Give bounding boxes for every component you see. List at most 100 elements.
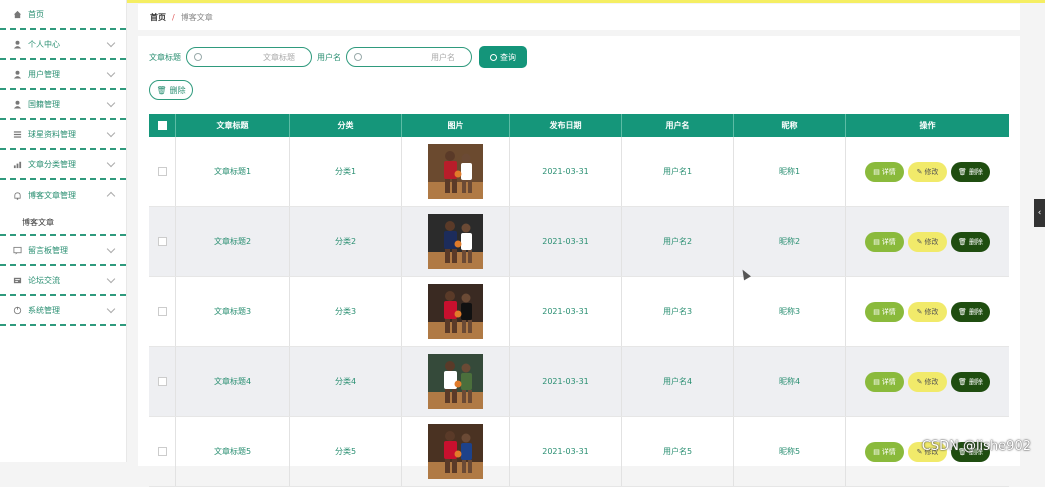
- search-bar: 文章标题 用户名 查询: [149, 46, 527, 68]
- edit-button[interactable]: ✎ 修改: [908, 371, 947, 392]
- title-search-field[interactable]: [186, 47, 312, 67]
- row-checkbox[interactable]: [157, 447, 167, 456]
- row-checkbox[interactable]: [157, 307, 167, 316]
- cell-title: 文章标题4: [176, 347, 290, 416]
- header-username: 用户名: [622, 114, 734, 137]
- sidebar-item-system-management[interactable]: 系统管理: [0, 296, 126, 326]
- edit-button[interactable]: ✎ 修改: [908, 301, 947, 322]
- chevron-down-icon: [106, 38, 116, 48]
- detail-button[interactable]: ▤ 详情: [865, 301, 904, 322]
- sidebar-subitem-label: 博客文章: [22, 217, 54, 227]
- row-checkbox[interactable]: [157, 167, 167, 176]
- sidebar-item-home[interactable]: 首页: [0, 0, 126, 30]
- trash-icon: 🗑: [958, 237, 967, 246]
- article-thumbnail[interactable]: [428, 284, 483, 339]
- article-thumbnail[interactable]: [428, 354, 483, 409]
- cell-title: 文章标题2: [176, 207, 290, 276]
- sidebar-subitem-blog-articles[interactable]: 博客文章: [0, 210, 126, 236]
- detail-button[interactable]: ▤ 详情: [865, 441, 904, 462]
- detail-button[interactable]: ▤ 详情: [865, 371, 904, 392]
- cell-category: 分类2: [290, 207, 402, 276]
- detail-button[interactable]: ▤ 详情: [865, 161, 904, 182]
- sidebar-item-article-categories[interactable]: 文章分类管理: [0, 150, 126, 180]
- detail-label: 详情: [881, 447, 896, 456]
- sidebar-item-message-board[interactable]: 留言板管理: [0, 236, 126, 266]
- user-search-field[interactable]: [346, 47, 472, 67]
- forum-icon: [13, 276, 22, 285]
- edit-button[interactable]: ✎ 修改: [908, 231, 947, 252]
- edit-icon: ✎: [916, 167, 923, 176]
- cell-username: 用户名3: [622, 277, 734, 346]
- table-row: 文章标题1 分类1 2021-03-31 用户名1 昵称1 ▤ 详情 ✎ 修改 🗑 删除: [149, 137, 1009, 207]
- sidebar-item-star-profiles[interactable]: 球星资料管理: [0, 120, 126, 150]
- breadcrumb-home[interactable]: 首页: [150, 12, 166, 23]
- sidebar-item-label: 论坛交流: [28, 275, 60, 285]
- edit-label: 修改: [924, 167, 939, 176]
- edit-button[interactable]: ✎ 修改: [908, 161, 947, 182]
- table-body: 文章标题1 分类1 2021-03-31 用户名1 昵称1 ▤ 详情 ✎ 修改 🗑 删除 文章标题2 分…: [149, 137, 1009, 487]
- select-all-cell: [149, 114, 176, 137]
- sidebar-item-nationality-management[interactable]: 国籍管理: [0, 90, 126, 120]
- sidebar-item-blog-articles[interactable]: 博客文章管理: [0, 180, 126, 210]
- cell-image: [402, 137, 510, 206]
- sidebar-item-label: 球星资料管理: [28, 129, 76, 139]
- sidebar-item-user-management[interactable]: 用户管理: [0, 60, 126, 90]
- article-thumbnail[interactable]: [428, 214, 483, 269]
- delete-button[interactable]: 🗑 删除: [951, 231, 990, 252]
- header-category: 分类: [290, 114, 402, 137]
- delete-button[interactable]: 🗑 删除: [951, 371, 990, 392]
- chevron-left-icon: ‹: [1037, 208, 1042, 218]
- cell-image: [402, 347, 510, 416]
- table-row: 文章标题5 分类5 2021-03-31 用户名5 昵称5 ▤ 详情 ✎ 修改 🗑 删除: [149, 417, 1009, 487]
- title-search-input[interactable]: [213, 52, 297, 63]
- cell-image: [402, 277, 510, 346]
- header-actions: 操作: [919, 121, 936, 130]
- edit-icon: ✎: [916, 307, 923, 316]
- settings-icon: [13, 306, 22, 315]
- breadcrumb: 首页 / 博客文章: [138, 4, 1020, 30]
- sidebar-item-personal-center[interactable]: 个人中心: [0, 30, 126, 60]
- cell-category: 分类3: [290, 277, 402, 346]
- cell-nickname: 昵称5: [734, 417, 846, 486]
- sidebar-item-label: 留言板管理: [28, 245, 68, 255]
- row-select-cell: [149, 347, 176, 416]
- article-thumbnail[interactable]: [428, 144, 483, 199]
- delete-button[interactable]: 🗑 删除: [951, 301, 990, 322]
- user-icon: [13, 70, 22, 79]
- detail-icon: ▤: [873, 237, 880, 246]
- edit-icon: ✎: [916, 377, 923, 386]
- cell-date: 2021-03-31: [510, 207, 622, 276]
- user-icon: [13, 100, 22, 109]
- side-collapse-tab[interactable]: ‹: [1034, 199, 1045, 227]
- select-all-checkbox[interactable]: [157, 121, 167, 130]
- row-checkbox[interactable]: [157, 377, 167, 386]
- message-icon: [13, 246, 22, 255]
- batch-delete-button[interactable]: 🗑 删除: [149, 80, 193, 100]
- chevron-up-icon: [106, 191, 116, 201]
- chevron-down-icon: [106, 244, 116, 254]
- delete-label: 删除: [968, 167, 983, 176]
- delete-button[interactable]: 🗑 删除: [951, 161, 990, 182]
- sidebar-item-label: 系统管理: [28, 305, 60, 315]
- row-select-cell: [149, 207, 176, 276]
- user-search-input[interactable]: [373, 52, 457, 63]
- delete-label: 删除: [968, 377, 983, 386]
- trash-icon: 🗑: [958, 307, 967, 316]
- chevron-down-icon: [106, 158, 116, 168]
- detail-button[interactable]: ▤ 详情: [865, 231, 904, 252]
- cell-image: [402, 207, 510, 276]
- detail-label: 详情: [881, 377, 896, 386]
- detail-label: 详情: [881, 237, 896, 246]
- query-button[interactable]: 查询: [479, 46, 527, 68]
- cell-title: 文章标题5: [176, 417, 290, 486]
- row-checkbox[interactable]: [157, 237, 167, 246]
- cell-actions: ▤ 详情 ✎ 修改 🗑 删除: [846, 207, 1009, 276]
- article-thumbnail[interactable]: [428, 424, 483, 479]
- sidebar-item-forum[interactable]: 论坛交流: [0, 266, 126, 296]
- sidebar-item-label: 文章分类管理: [28, 159, 76, 169]
- search-icon: [354, 53, 362, 61]
- top-accent-line: [0, 0, 1045, 3]
- header-nickname: 昵称: [734, 114, 846, 137]
- detail-icon: ▤: [873, 377, 880, 386]
- sidebar-item-label: 个人中心: [28, 39, 60, 49]
